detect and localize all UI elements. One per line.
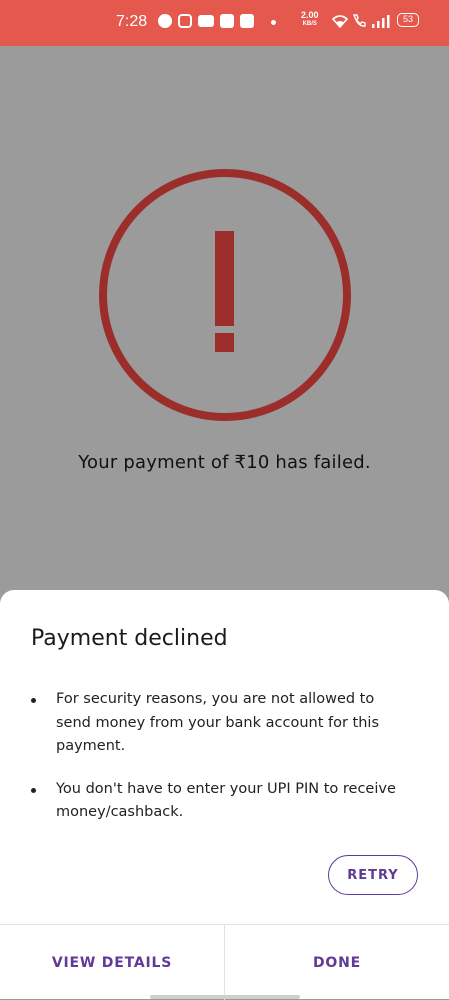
payment-failed-message: Your payment of ₹10 has failed. <box>78 452 371 473</box>
battery-level: 53 <box>402 14 413 24</box>
list-item: For security reasons, you are not allowe… <box>31 688 411 759</box>
call-icon <box>353 14 366 27</box>
net-speed: 2.00 KB/S <box>301 11 319 29</box>
wifi-icon <box>332 15 348 28</box>
app-icon <box>220 14 234 28</box>
list-item: You don't have to enter your UPI PIN to … <box>31 778 411 825</box>
bullet-dot <box>31 698 36 703</box>
net-speed-unit: KB/S <box>302 21 317 27</box>
retry-button[interactable]: RETRY <box>328 855 418 895</box>
status-time: 7:28 <box>116 13 148 30</box>
bullet-dot <box>31 787 36 793</box>
battery-icon: 53 <box>397 13 419 27</box>
payment-declined-sheet: Payment declined For security reasons, y… <box>0 590 449 1000</box>
net-speed-value: 2.00 <box>301 10 319 20</box>
notification-dot <box>271 20 276 25</box>
home-indicator[interactable] <box>150 995 300 999</box>
facebook-icon <box>158 14 172 28</box>
signal-icon <box>372 15 390 28</box>
app-icon <box>240 14 254 28</box>
sheet-title: Payment declined <box>31 626 228 651</box>
bullet-text: For security reasons, you are not allowe… <box>56 691 380 754</box>
bullet-text: You don't have to enter your UPI PIN to … <box>56 780 396 821</box>
done-button[interactable]: DONE <box>224 925 449 1000</box>
sheet-footer: VIEW DETAILS DONE <box>0 924 449 1000</box>
view-details-button[interactable]: VIEW DETAILS <box>0 925 224 1000</box>
status-bar: 7:28 2.00 KB/S 53 <box>0 0 449 46</box>
youtube-icon <box>198 15 214 27</box>
alert-circle-icon <box>99 169 351 421</box>
instagram-icon <box>178 14 192 28</box>
decline-reasons-list: For security reasons, you are not allowe… <box>31 688 411 844</box>
